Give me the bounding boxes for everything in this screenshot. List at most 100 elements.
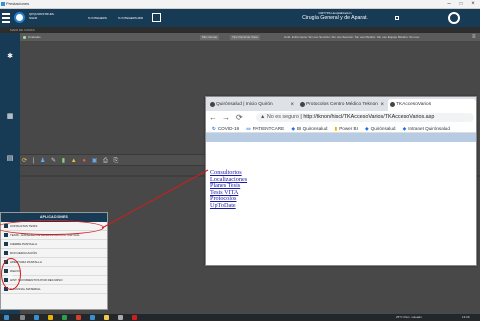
context-service: Cirugía General y de Aparat. xyxy=(302,15,368,21)
filter-chip-patient-type[interactable]: Tipo Paciente Vista xyxy=(230,35,260,40)
refresh-icon[interactable]: ⟳ xyxy=(22,158,28,164)
back-icon[interactable]: ← xyxy=(209,113,217,122)
tab-quironsalud[interactable]: Quirónsalud | Inicio Quirón × xyxy=(208,99,296,111)
edit-icon[interactable]: ✎ xyxy=(51,158,57,164)
bookmark-icon: ▮ xyxy=(334,126,338,131)
bookmark-label: Power BI xyxy=(339,126,358,131)
app-item-icon xyxy=(4,233,8,237)
bookmark-patientcare[interactable]: ▭ PATIENTCARE xyxy=(246,126,284,131)
start-icon[interactable] xyxy=(4,315,9,320)
user-avatar-icon[interactable] xyxy=(448,12,460,24)
browser-tabstrip: Quirónsalud | Inicio Quirón × Protocolos… xyxy=(206,97,476,111)
address-warning: No es seguro xyxy=(266,114,299,120)
app-item-icon xyxy=(4,242,8,246)
link-uptodate[interactable]: UpToDate xyxy=(210,202,470,210)
app-header: QPQUONSTRURL SGFR % INTEGERS % INTEGERS … xyxy=(0,9,480,27)
divider: | xyxy=(32,158,36,164)
bookmark-label: COVID-19 xyxy=(217,126,240,131)
app-icon-gray[interactable] xyxy=(118,315,123,320)
os-titlebar: Prestaciones – □ × xyxy=(0,0,480,9)
hospital-logo xyxy=(14,12,25,23)
reload-icon[interactable]: ⟳ xyxy=(236,113,243,122)
annotation-oval-apps-button xyxy=(1,258,21,290)
link-consultorios[interactable]: Consultorios xyxy=(210,169,470,177)
bookmarks-bar: ↻ COVID-19 ▭ PATIENTCARE ◆ BI Quironsalud ▮… xyxy=(206,124,476,133)
minimize-icon[interactable]: – xyxy=(444,0,454,9)
chrome-icon[interactable] xyxy=(104,315,109,320)
bookmark-quironsalud[interactable]: ◆ Quirónsalud xyxy=(365,126,395,131)
bookmark-bi-quironsalud[interactable]: ◆ BI Quironsalud xyxy=(291,126,327,131)
extra-icon[interactable]: ⎘ xyxy=(113,158,119,164)
bookmark-icon: ◆ xyxy=(291,126,295,131)
tab-label: TKAccesoVarios xyxy=(396,102,432,107)
taskview-icon[interactable] xyxy=(34,315,39,320)
filter-summary: Unid. Enfermería: Sin uso Servicio: Sin … xyxy=(284,35,420,39)
tab-label: Protocolos Centro Médico Teknon xyxy=(306,102,378,107)
browser-navbar: ← → ⟳ ▲ No es seguro | http://tknon/hisc… xyxy=(206,111,476,124)
folder-icon[interactable]: ▲ xyxy=(71,158,78,164)
tab-protocolos[interactable]: Protocolos Centro Médico Teknon × xyxy=(298,99,386,111)
person-icon[interactable]: ♟ xyxy=(40,158,46,164)
chart-icon[interactable]: ▮ xyxy=(62,158,66,164)
bookmark-label: Intranet Quirónsalud xyxy=(408,126,450,131)
app-icon xyxy=(1,2,5,6)
close-icon[interactable]: × xyxy=(468,0,478,9)
link-tesis-vita[interactable]: Tesis VITA xyxy=(210,189,470,197)
search-icon[interactable] xyxy=(20,315,25,320)
bookmark-icon: ↻ xyxy=(212,126,216,131)
page-header-band xyxy=(206,133,476,142)
status-dot-icon xyxy=(23,36,26,39)
tab-close-icon[interactable]: × xyxy=(290,99,294,111)
tab-label: Quirónsalud | Inicio Quirón xyxy=(216,102,273,107)
tab-favicon-icon xyxy=(300,102,305,107)
menu-item-cierre-pantalla[interactable]: CIERRE PANTALLA xyxy=(1,240,107,249)
link-planes-tesis[interactable]: Planes Tesis xyxy=(210,183,470,190)
forward-icon[interactable]: → xyxy=(222,113,230,122)
header-context: CMTYPA Hospitalización Cirugía General y… xyxy=(270,11,400,21)
hamburger-menu-icon[interactable] xyxy=(2,13,10,23)
filter-chip-my-beds[interactable]: Mis Camas xyxy=(200,35,220,40)
filter-menu-icon[interactable]: ≡ xyxy=(472,33,476,42)
tab-close-icon[interactable]: × xyxy=(380,99,384,111)
annotation-oval-consultas xyxy=(0,220,104,235)
nav-right[interactable]: % INTEGERS MID xyxy=(118,16,143,20)
print-icon[interactable]: ⎙ xyxy=(103,158,109,164)
bookmark-icon: ◆ xyxy=(365,126,369,131)
document-icon[interactable]: ▣ xyxy=(92,158,99,164)
alert-icon[interactable]: ● xyxy=(82,158,87,164)
excel-icon[interactable] xyxy=(62,315,67,320)
app-icon-red[interactable] xyxy=(76,315,81,320)
tab-favicon-icon xyxy=(390,102,395,107)
filter-bar: Unidades Mis Camas Tipo Paciente Vista U… xyxy=(20,33,480,42)
browser-window: Quirónsalud | Inicio Quirón × Protocolos… xyxy=(205,96,477,266)
app-item-icon xyxy=(4,251,8,255)
explorer-icon[interactable] xyxy=(48,315,53,320)
bookmark-icon: ◆ xyxy=(402,126,407,131)
settings-gear-icon[interactable]: ✱ xyxy=(6,53,14,61)
bookmark-intranet[interactable]: ◆ Intranet Quirónsalud xyxy=(403,126,450,131)
maximize-icon[interactable]: □ xyxy=(456,0,466,9)
panel-icon[interactable]: ▤ xyxy=(6,155,14,163)
address-bar[interactable]: ▲ No es seguro | http://tknon/hiscl/TKAc… xyxy=(256,113,474,122)
address-url: http://tknon/hiscl/TKAccesoVarios/TKAcce… xyxy=(303,114,435,120)
bookmark-icon: ▭ xyxy=(246,126,251,131)
os-taskbar: 25°C Parc. soleado 13:09 xyxy=(0,314,480,321)
app-icon-alert[interactable] xyxy=(132,315,137,320)
bookmark-covid[interactable]: ↻ COVID-19 xyxy=(212,126,239,131)
bookmark-power-bi[interactable]: ▮ Power BI xyxy=(335,126,358,131)
bookmark-label: PATIENTCARE xyxy=(252,126,285,131)
link-protocolos[interactable]: Protocolos xyxy=(210,196,470,203)
clock[interactable]: 13:09 xyxy=(462,314,470,321)
grid-icon[interactable]: ▦ xyxy=(6,113,14,121)
weather-status[interactable]: 25°C Parc. soleado xyxy=(396,314,422,321)
nav-left[interactable]: % INTEGERS xyxy=(88,16,107,20)
link-localizaciones[interactable]: Localizaciones xyxy=(210,176,470,184)
window-square-icon[interactable] xyxy=(152,13,161,22)
menu-item-label: DOCUEDUCACIÓN xyxy=(10,251,37,255)
word-icon[interactable] xyxy=(90,315,95,320)
header-small-icon[interactable] xyxy=(395,16,399,20)
tab-tkaccesovarios[interactable]: TKAccesoVarios xyxy=(388,99,476,111)
page-body: Consultorios Localizaciones Planes Tesis… xyxy=(210,169,470,210)
org-name: QPQUONSTRURL SGFR xyxy=(29,12,55,20)
menu-item-docueducacion[interactable]: DOCUEDUCACIÓN xyxy=(1,249,107,258)
